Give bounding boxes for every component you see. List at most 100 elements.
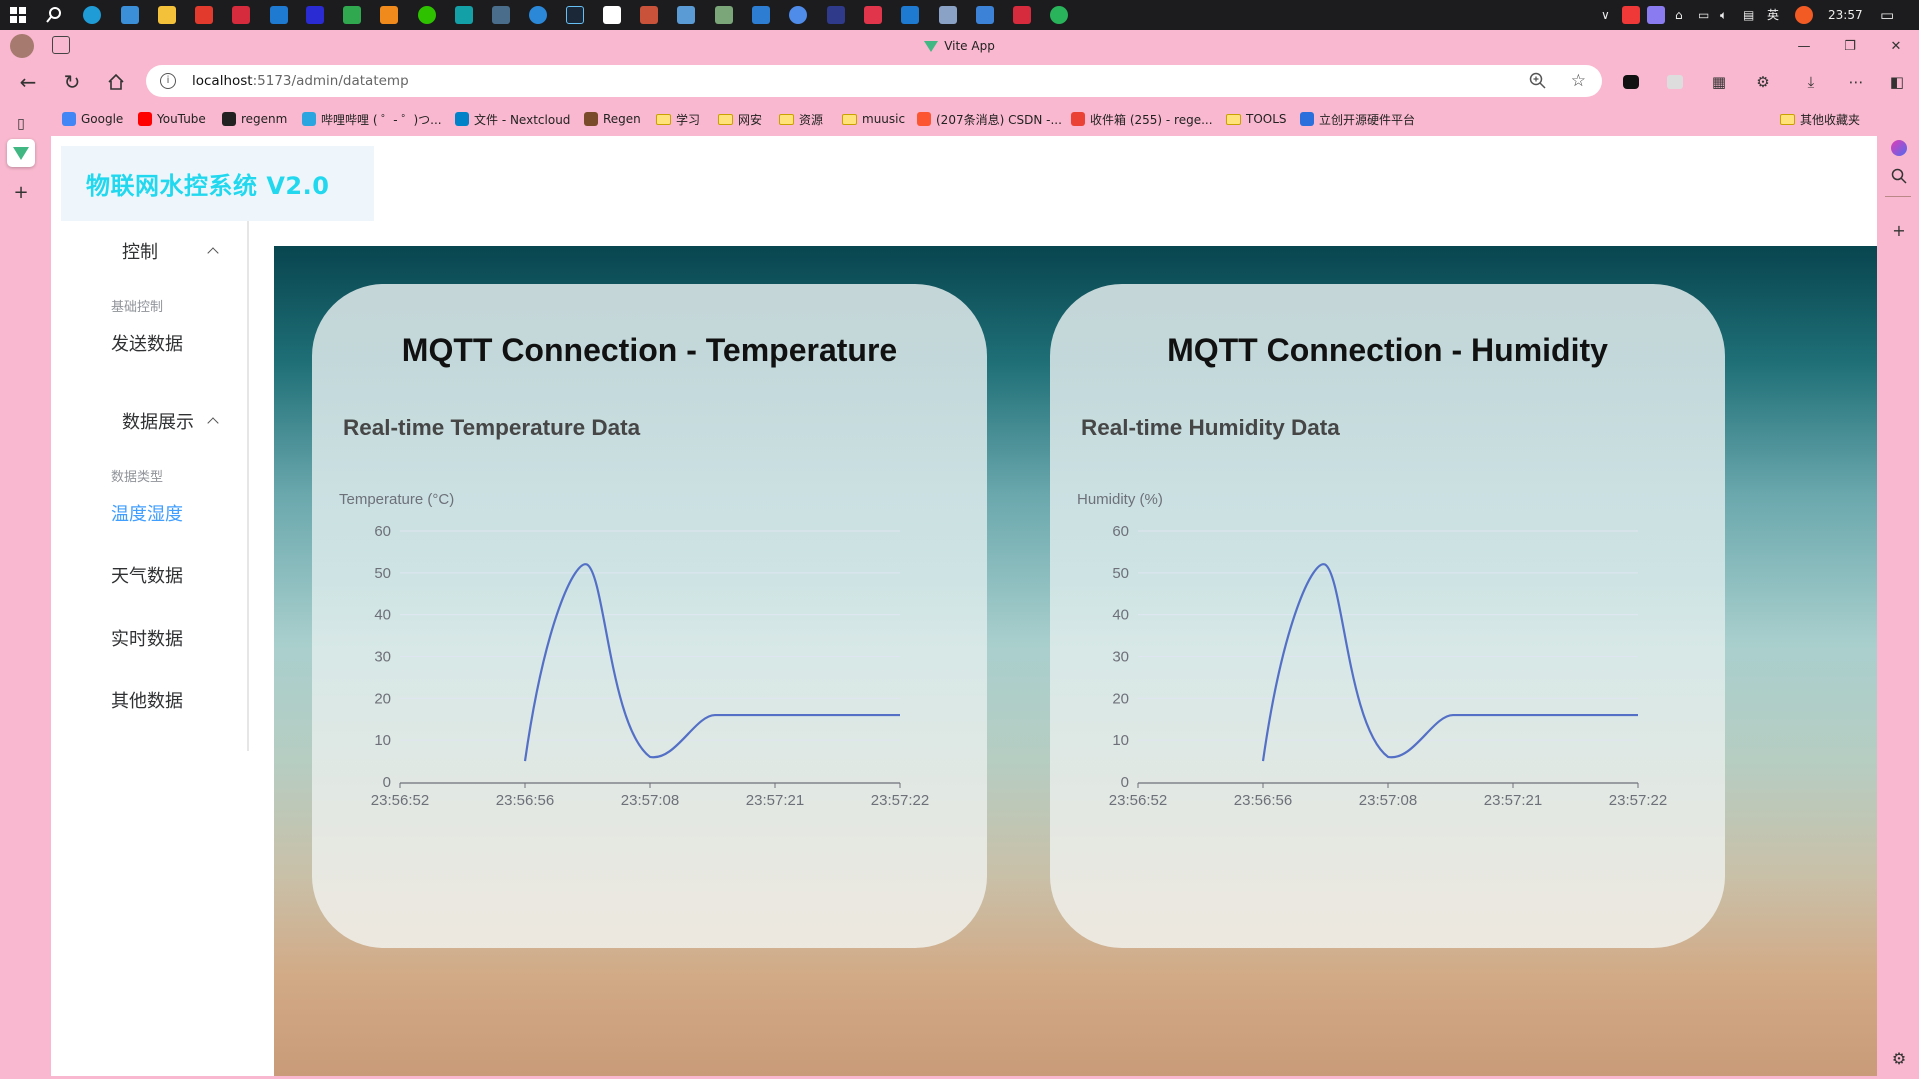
bookmark-item[interactable]: 立创开源硬件平台 [1300, 109, 1415, 129]
tray-chevron-icon[interactable]: ∨ [1601, 0, 1610, 30]
other-bookmarks-folder[interactable]: 其他收藏夹 [1780, 109, 1860, 129]
tray-usb-icon[interactable]: ⌂ [1675, 0, 1683, 30]
sidebar-add-icon[interactable]: + [1887, 218, 1911, 242]
bookmark-item[interactable]: muusic [842, 109, 905, 129]
bookmark-item[interactable]: Google [62, 109, 123, 129]
bookmark-item[interactable]: 网安 [718, 109, 762, 129]
extension-icon-1[interactable] [1615, 66, 1647, 98]
vscode-icon[interactable] [270, 6, 288, 24]
app-icon-fox[interactable] [640, 6, 658, 24]
title-bar: Vite App — ❐ ✕ [0, 30, 1919, 62]
file-explorer-icon[interactable] [158, 6, 176, 24]
app-icon-network[interactable] [492, 6, 510, 24]
menu-item-temp-humidity[interactable]: 温度湿度 [111, 500, 183, 526]
address-bar[interactable]: i localhost:5173/admin/datatemp ☆ [146, 65, 1602, 97]
tray-sogou-icon[interactable] [1795, 6, 1813, 24]
app-icon-blue-circle[interactable] [529, 6, 547, 24]
app-icon-round[interactable] [789, 6, 807, 24]
back-button[interactable]: ← [12, 66, 44, 98]
app-icon-small[interactable] [827, 6, 845, 24]
app-icon-gear[interactable] [939, 6, 957, 24]
bookmark-label: 网安 [738, 112, 763, 127]
bookmark-item[interactable]: 哔哩哔哩 ( ゜- ゜)つ... [302, 109, 442, 129]
qr-code-icon[interactable]: ▦ [1703, 66, 1735, 98]
bookmark-item[interactable]: 资源 [779, 109, 823, 129]
home-button[interactable] [100, 66, 132, 98]
xmind-icon[interactable] [232, 6, 250, 24]
typora-icon[interactable] [603, 6, 621, 24]
tray-volume-icon[interactable]: 🔈︎ [1720, 0, 1727, 30]
humidity-card: MQTT Connection - Humidity Real-time Hum… [1050, 284, 1725, 948]
menu-item-realtime[interactable]: 实时数据 [111, 625, 183, 651]
menu-item-weather[interactable]: 天气数据 [111, 562, 183, 588]
tray-display-icon[interactable]: ▤ [1743, 0, 1754, 30]
close-button[interactable]: ✕ [1873, 30, 1919, 62]
netease-music-icon[interactable] [864, 6, 882, 24]
bookmark-item[interactable]: YouTube [138, 109, 206, 129]
windows-start-icon[interactable] [9, 6, 27, 24]
page-viewport: 物联网水控系统 V2.0 控制 基础控制 发送数据 数据展示 数据类型 温度湿度… [51, 136, 1877, 1076]
app-icon-orange[interactable] [380, 6, 398, 24]
bookmark-item[interactable]: Regen [584, 109, 641, 129]
bookmark-item[interactable]: 文件 - Nextcloud [455, 109, 570, 129]
downloads-icon[interactable]: ⤓ [1795, 66, 1827, 98]
edge-taskbar-icon[interactable] [83, 6, 101, 24]
notifications-icon[interactable]: ▭ [1880, 0, 1894, 30]
copilot-icon[interactable] [1887, 136, 1911, 160]
bookmark-item[interactable]: regenm [222, 109, 287, 129]
tray-network-icon[interactable]: ▭ [1698, 0, 1709, 30]
menu-item-send-data[interactable]: 发送数据 [111, 330, 183, 356]
mx-icon[interactable] [752, 6, 770, 24]
refresh-button[interactable]: ↻ [56, 66, 88, 98]
site-info-icon[interactable]: i [160, 73, 176, 89]
xmind-icon-2[interactable] [1013, 6, 1031, 24]
bookmark-item[interactable]: TOOLS [1226, 109, 1287, 129]
extensions-icon[interactable]: ⚙ [1747, 66, 1779, 98]
bookmark-label: regenm [241, 112, 288, 126]
jetbrains-icon[interactable] [306, 6, 324, 24]
sidebar-settings-icon[interactable]: ⚙ [1887, 1046, 1911, 1070]
y-tick-label: 60 [374, 523, 391, 540]
menu-group-control-label: 控制 [122, 242, 158, 263]
humidity-chart: Humidity (%) 0 10 20 30 40 50 60 23:56:52 23:56:5… [1077, 491, 1667, 809]
bookmark-item[interactable]: 学习 [656, 109, 700, 129]
taskbar-clock[interactable]: 23:57 [1828, 0, 1863, 30]
minimize-button[interactable]: — [1781, 30, 1827, 62]
tray-pen-icon[interactable] [1647, 6, 1665, 24]
arduino-icon[interactable] [455, 6, 473, 24]
y-tick-label: 10 [374, 732, 391, 749]
new-tab-button[interactable]: + [7, 178, 35, 206]
sidebar-toggle-icon[interactable]: ◧ [1881, 66, 1913, 98]
more-menu-icon[interactable]: ⋯ [1840, 66, 1872, 98]
wps-icon[interactable] [195, 6, 213, 24]
app-icon-green[interactable] [1050, 6, 1068, 24]
app-icon-panel[interactable] [677, 6, 695, 24]
bookmark-item[interactable]: 收件箱 (255) - rege... [1071, 109, 1213, 129]
active-tab-vite-app[interactable] [7, 139, 35, 167]
y-tick-label: 40 [374, 607, 391, 624]
tray-vivaldi-icon[interactable] [1622, 6, 1640, 24]
menu-group-display[interactable]: 数据展示 [51, 403, 247, 443]
vscode-icon-2[interactable] [901, 6, 919, 24]
zoom-icon[interactable] [1529, 72, 1546, 93]
extension-icon-2[interactable] [1659, 66, 1691, 98]
steam-icon[interactable] [566, 6, 584, 24]
app-icon-mx[interactable] [715, 6, 733, 24]
menu-group-control[interactable]: 控制 [51, 233, 247, 273]
bookmark-label: 学习 [676, 112, 701, 127]
search-icon[interactable] [45, 6, 63, 24]
favorite-star-icon[interactable]: ☆ [1571, 71, 1586, 91]
wechat-icon[interactable] [418, 6, 436, 24]
desktop-taskbar-icon[interactable] [121, 6, 139, 24]
qt-icon[interactable] [343, 6, 361, 24]
url-text[interactable]: localhost:5173/admin/datatemp [192, 65, 409, 97]
restore-button[interactable]: ❐ [1827, 30, 1873, 62]
sidebar-search-icon[interactable] [1887, 164, 1911, 188]
bookmark-item[interactable]: (207条消息) CSDN -... [917, 109, 1062, 129]
ime-indicator[interactable]: 英 [1767, 0, 1779, 30]
app-icon-window[interactable] [976, 6, 994, 24]
menu-category-type: 数据类型 [111, 470, 164, 485]
menu-item-other[interactable]: 其他数据 [111, 687, 183, 713]
bookmark-label: 资源 [799, 112, 824, 127]
tab-actions-icon[interactable]: ▯ [7, 110, 35, 138]
